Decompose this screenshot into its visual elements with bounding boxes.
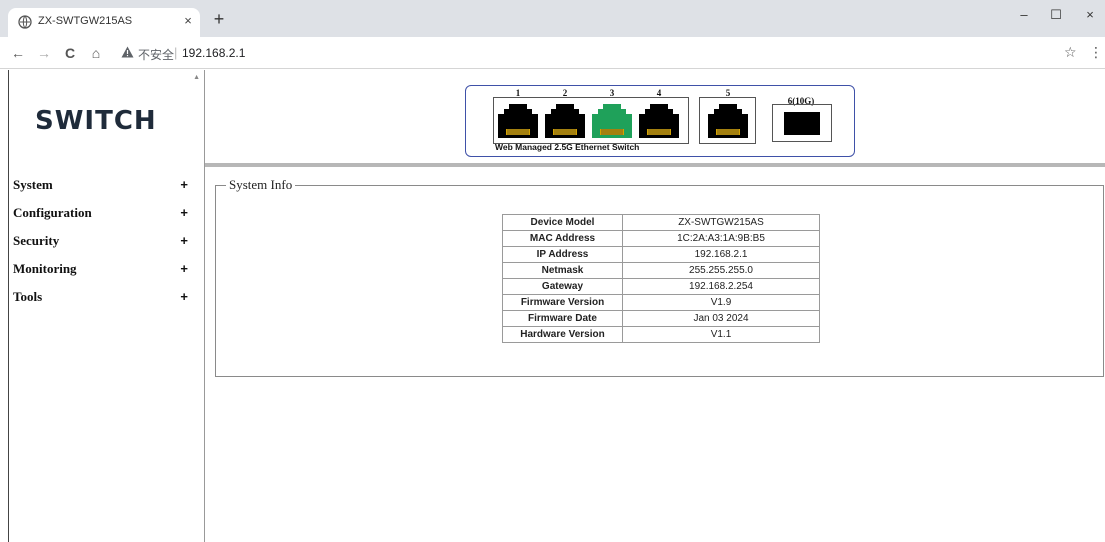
info-key: Hardware Version xyxy=(502,326,623,343)
sidebar-item-tools[interactable]: Tools + xyxy=(13,288,198,316)
info-key: MAC Address xyxy=(502,230,623,247)
info-value: 192.168.2.1 xyxy=(622,246,820,263)
info-key: IP Address xyxy=(502,246,623,263)
system-info-fieldset: System Info Device Model ZX-SWTGW215AS M… xyxy=(215,177,1104,377)
table-row: MAC Address 1C:2A:A3:1A:9B:B5 xyxy=(502,230,820,247)
expand-plus-icon[interactable]: + xyxy=(180,204,188,222)
port-5-group xyxy=(699,97,756,144)
sidebar-item-label: Monitoring xyxy=(13,261,77,276)
ethernet-port-3[interactable] xyxy=(592,104,632,138)
security-status[interactable]: 不安全 xyxy=(138,46,174,63)
info-key: Firmware Version xyxy=(502,294,623,311)
scroll-up-arrow-icon[interactable]: ▲ xyxy=(193,74,200,81)
warning-icon[interactable] xyxy=(121,46,134,58)
maximize-button[interactable]: ☐ xyxy=(1042,4,1070,28)
table-row: Netmask 255.255.255.0 xyxy=(502,262,820,279)
sidebar-item-system[interactable]: System + xyxy=(13,176,198,204)
expand-plus-icon[interactable]: + xyxy=(180,288,188,306)
info-value: 255.255.255.0 xyxy=(622,262,820,279)
table-row: Firmware Date Jan 03 2024 xyxy=(502,310,820,327)
port-status-frame: 1 2 3 4 5 6(10G) Web Managed 2.5G Ethern… xyxy=(205,70,1105,167)
sidebar-item-label: Configuration xyxy=(13,205,92,220)
browser-menu-icon[interactable]: ⋮ xyxy=(1089,44,1103,61)
table-row: Firmware Version V1.9 xyxy=(502,294,820,311)
expand-plus-icon[interactable]: + xyxy=(180,260,188,278)
system-info-table: Device Model ZX-SWTGW215AS MAC Address 1… xyxy=(502,214,820,343)
tab-close-icon[interactable]: × xyxy=(181,13,195,28)
panel-model-label: Web Managed 2.5G Ethernet Switch xyxy=(495,142,640,152)
ethernet-port-2[interactable] xyxy=(545,104,585,138)
sfp-port-group xyxy=(772,104,832,142)
sfp-port-6[interactable] xyxy=(784,112,820,135)
info-value: ZX-SWTGW215AS xyxy=(622,214,820,231)
browser-tabstrip: ZX-SWTGW215AS × + – ☐ × xyxy=(0,0,1105,37)
bookmark-star-icon[interactable]: ☆ xyxy=(1064,44,1077,61)
info-value: 1C:2A:A3:1A:9B:B5 xyxy=(622,230,820,247)
sidebar-item-configuration[interactable]: Configuration + xyxy=(13,204,198,232)
expand-plus-icon[interactable]: + xyxy=(180,176,188,194)
back-button[interactable]: ← xyxy=(8,44,28,62)
home-button[interactable]: ⌂ xyxy=(86,44,106,62)
info-value: 192.168.2.254 xyxy=(622,278,820,295)
globe-icon xyxy=(18,15,32,29)
info-key: Firmware Date xyxy=(502,310,623,327)
page-viewport: ▲ SWITCH System + Configuration + Securi… xyxy=(0,70,1105,542)
expand-plus-icon[interactable]: + xyxy=(180,232,188,250)
url-separator: | xyxy=(174,45,178,60)
url-input[interactable]: 192.168.2.1 xyxy=(182,46,245,60)
table-row: Device Model ZX-SWTGW215AS xyxy=(502,214,820,231)
minimize-button[interactable]: – xyxy=(1010,4,1038,28)
table-row: Gateway 192.168.2.254 xyxy=(502,278,820,295)
main-content: System Info Device Model ZX-SWTGW215AS M… xyxy=(205,171,1105,542)
forward-button[interactable]: → xyxy=(34,44,54,62)
address-bar: ← → C ⌂ 不安全 | 192.168.2.1 ☆ ⋮ xyxy=(0,37,1105,69)
sidebar-item-security[interactable]: Security + xyxy=(13,232,198,260)
ethernet-port-5[interactable] xyxy=(708,104,748,138)
sidebar-item-monitoring[interactable]: Monitoring + xyxy=(13,260,198,288)
info-key: Gateway xyxy=(502,278,623,295)
info-value: V1.9 xyxy=(622,294,820,311)
sidebar-menu: System + Configuration + Security + Moni… xyxy=(13,176,198,316)
sidebar-item-label: System xyxy=(13,177,53,192)
sidebar: ▲ SWITCH System + Configuration + Securi… xyxy=(8,70,205,542)
table-row: Hardware Version V1.1 xyxy=(502,326,820,343)
ethernet-port-1[interactable] xyxy=(498,104,538,138)
new-tab-button[interactable]: + xyxy=(208,8,230,30)
info-value: V1.1 xyxy=(622,326,820,343)
info-key: Netmask xyxy=(502,262,623,279)
info-key: Device Model xyxy=(502,214,623,231)
info-value: Jan 03 2024 xyxy=(622,310,820,327)
logo: SWITCH xyxy=(35,106,157,136)
tab-title: ZX-SWTGW215AS xyxy=(38,15,133,27)
switch-front-panel: 1 2 3 4 5 6(10G) Web Managed 2.5G Ethern… xyxy=(465,85,855,157)
close-window-button[interactable]: × xyxy=(1076,4,1104,28)
sidebar-item-label: Security xyxy=(13,233,60,248)
ethernet-port-4[interactable] xyxy=(639,104,679,138)
ports-1-4-group xyxy=(493,97,689,144)
sidebar-item-label: Tools xyxy=(13,289,43,304)
table-row: IP Address 192.168.2.1 xyxy=(502,246,820,263)
section-title: System Info xyxy=(226,177,296,193)
reload-button[interactable]: C xyxy=(60,44,80,62)
browser-tab[interactable]: ZX-SWTGW215AS × xyxy=(8,8,200,37)
